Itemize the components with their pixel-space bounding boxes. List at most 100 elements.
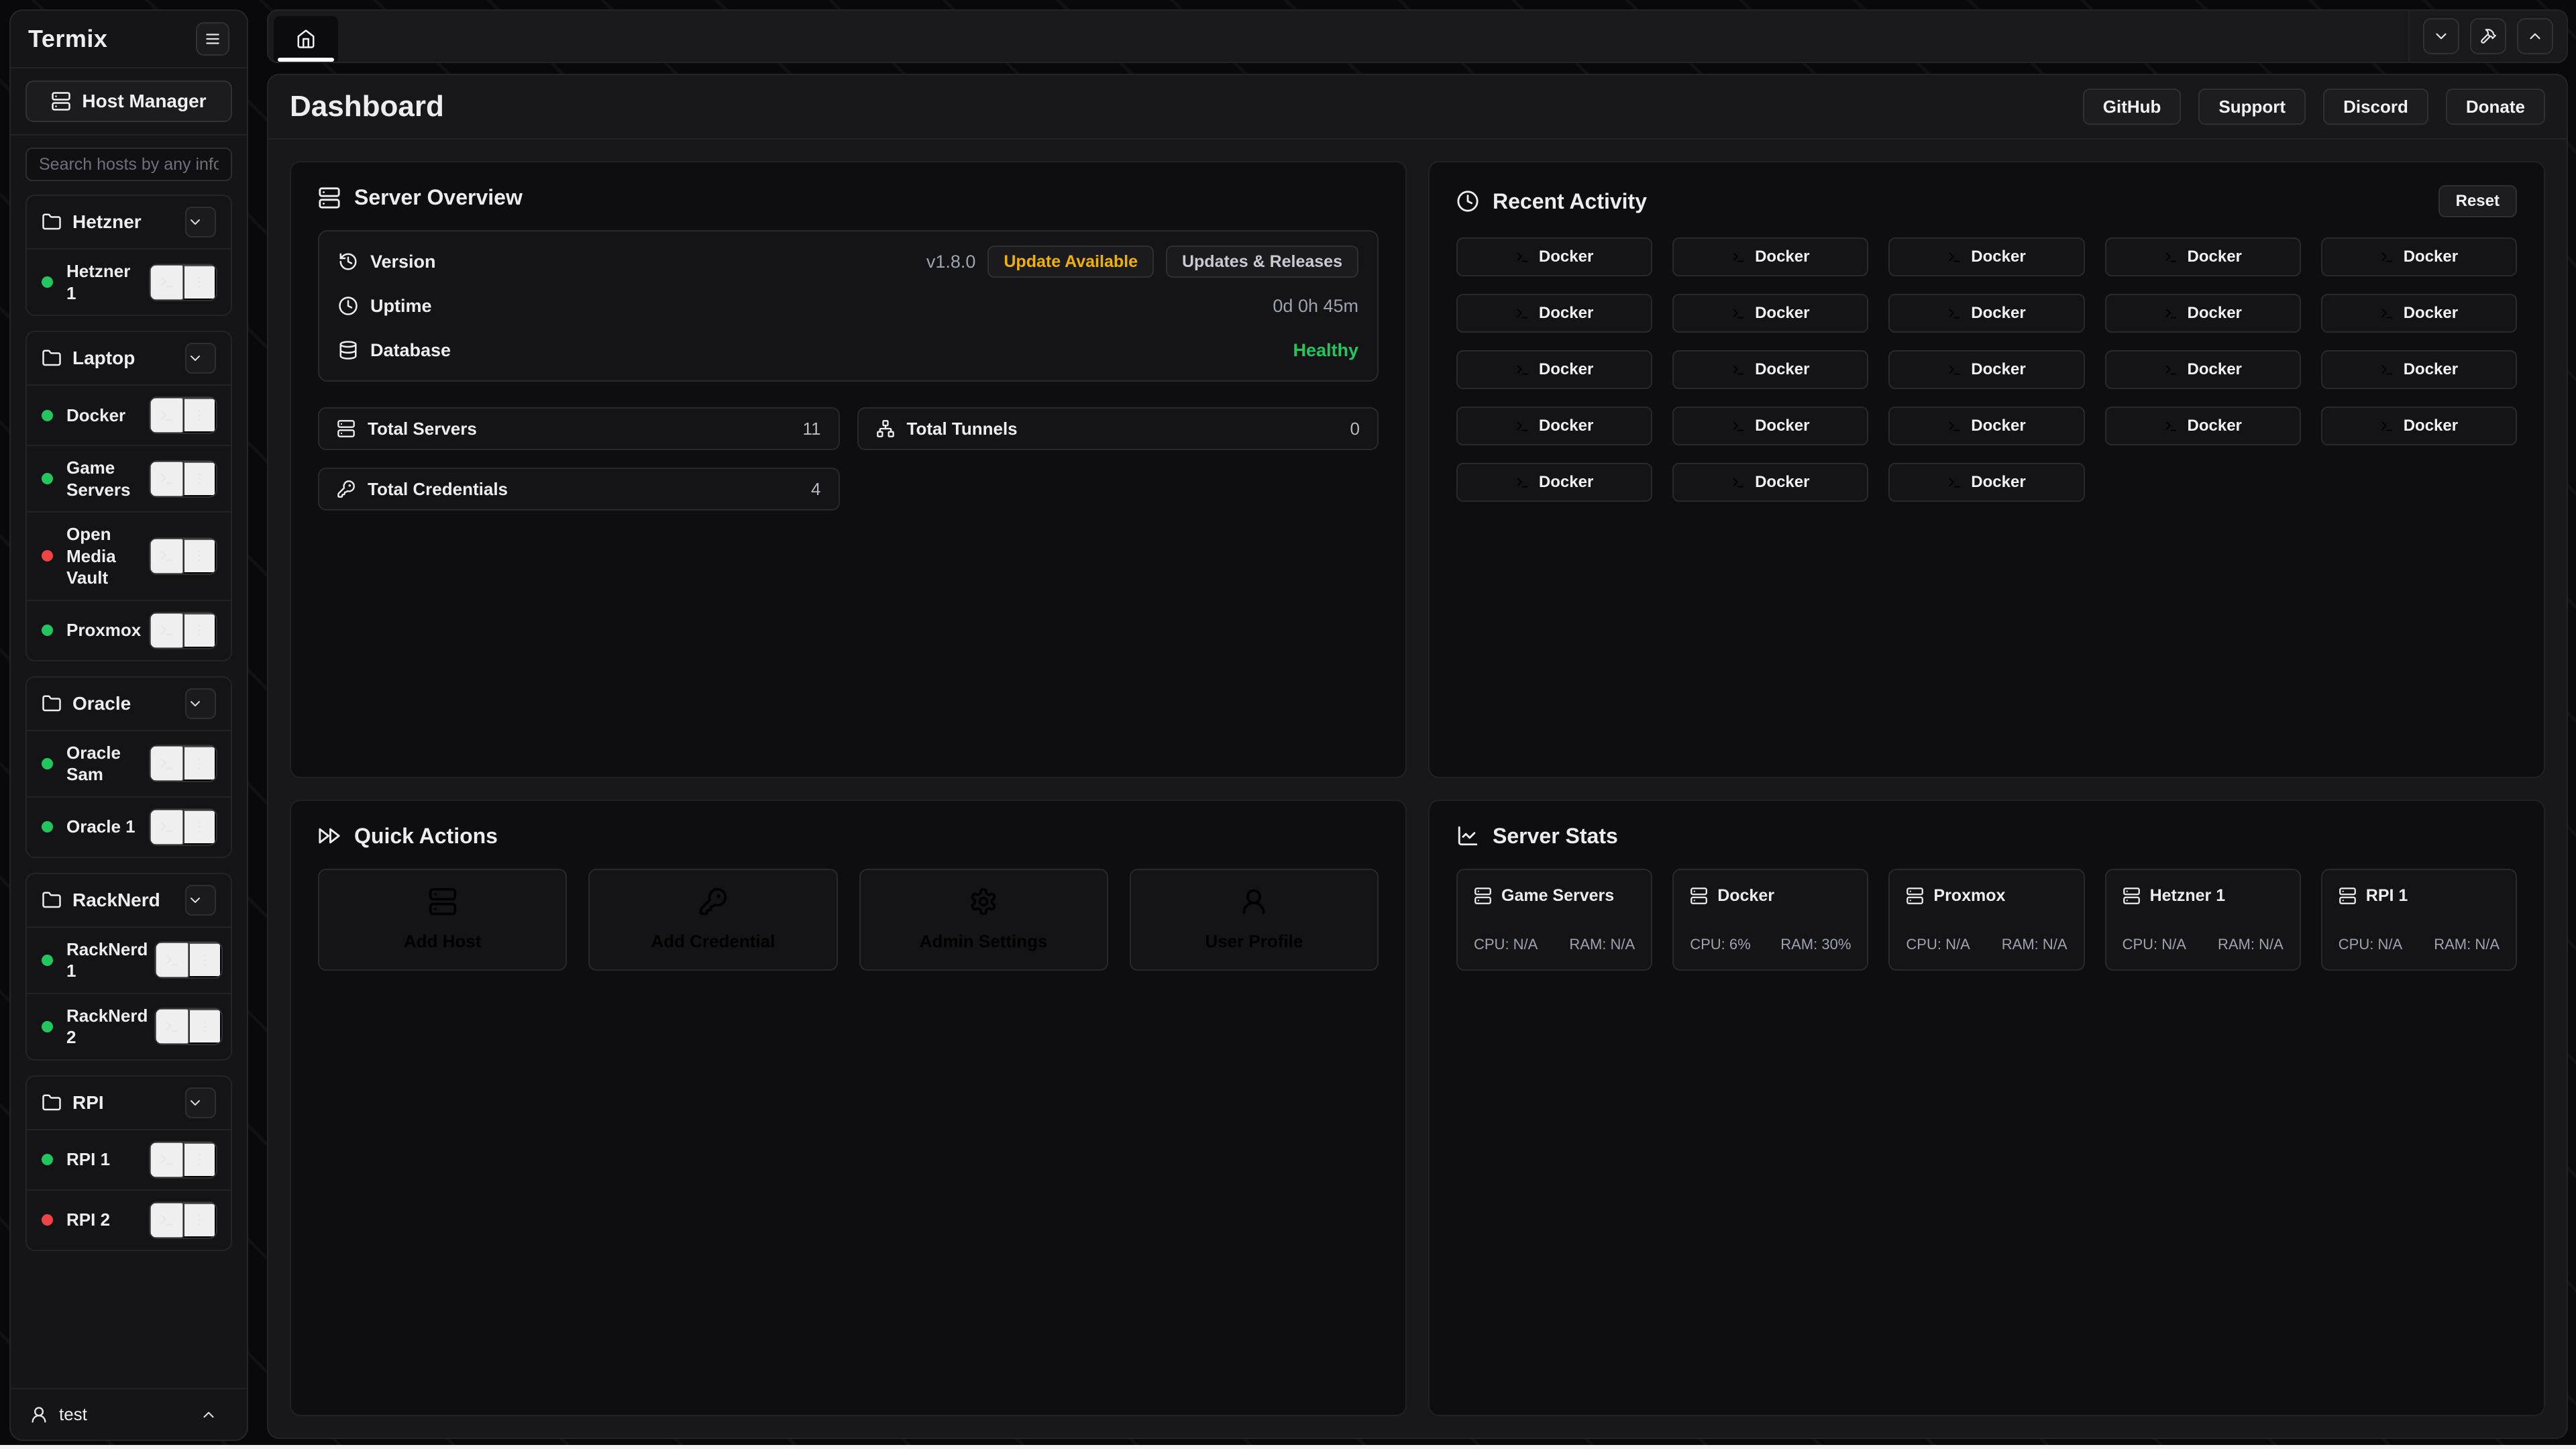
sidebar-menu-button[interactable] (196, 22, 229, 56)
group-collapse-button[interactable] (185, 1087, 216, 1118)
update-available-button[interactable]: Update Available (987, 246, 1154, 278)
recent-activity-item[interactable]: Docker (2105, 407, 2301, 445)
recent-activity-item[interactable]: Docker (1672, 407, 1868, 445)
host-terminal-button[interactable] (150, 810, 183, 845)
recent-activity-item[interactable]: Docker (1888, 294, 2084, 333)
recent-activity-item[interactable]: Docker (1888, 350, 2084, 389)
github-button[interactable]: GitHub (2083, 89, 2182, 125)
host-menu-button[interactable] (189, 1009, 221, 1044)
host-terminal-button[interactable] (150, 398, 183, 433)
recent-activity-item[interactable]: Docker (1672, 294, 1868, 333)
discord-button[interactable]: Discord (2323, 89, 2428, 125)
recent-activity-item[interactable]: Docker (2105, 350, 2301, 389)
user-footer[interactable]: test (11, 1388, 247, 1440)
reset-button[interactable]: Reset (2438, 185, 2517, 217)
group-name: Laptop (72, 347, 185, 369)
recent-activity-item[interactable]: Docker (1672, 463, 1868, 502)
host-menu-button[interactable] (183, 1203, 216, 1238)
quick-actions-title: Quick Actions (354, 824, 1379, 849)
recent-activity-item[interactable]: Docker (2321, 294, 2517, 333)
host-name: Open Media Vault (66, 523, 149, 589)
recent-activity-item[interactable]: Docker (1456, 237, 1652, 276)
donate-button[interactable]: Donate (2446, 89, 2545, 125)
updates-releases-button[interactable]: Updates & Releases (1166, 246, 1358, 278)
ellipsis-vertical-icon (192, 548, 207, 564)
ellipsis-vertical-icon (192, 623, 207, 638)
host-actions (149, 396, 217, 434)
group-collapse-button[interactable] (185, 885, 216, 916)
host-terminal-button[interactable] (156, 943, 189, 977)
quick-action-label: Add Credential (651, 931, 775, 952)
add-host-button[interactable]: Add Host (318, 869, 567, 971)
host-row: Oracle Sam (27, 730, 231, 796)
host-row: Proxmox (27, 600, 231, 660)
admin-settings-button[interactable]: Admin Settings (859, 869, 1108, 971)
chevron-down-button[interactable] (2423, 18, 2459, 54)
tab-home[interactable] (274, 16, 338, 62)
stat-ram: RAM: N/A (2218, 936, 2284, 953)
chevron-up-icon[interactable] (200, 1406, 217, 1424)
stat-card-name: RPI 1 (2366, 886, 2408, 906)
recent-activity-item[interactable]: Docker (1888, 237, 2084, 276)
host-terminal-button[interactable] (150, 613, 183, 648)
recent-activity-item[interactable]: Docker (2321, 407, 2517, 445)
server-icon (428, 887, 458, 916)
group-collapse-button[interactable] (185, 207, 216, 237)
recent-activity-item[interactable]: Docker (1672, 350, 1868, 389)
recent-activity-item[interactable]: Docker (2105, 237, 2301, 276)
host-terminal-button[interactable] (156, 1009, 189, 1044)
recent-activity-item[interactable]: Docker (1456, 350, 1652, 389)
stat-card-metrics: CPU: N/ARAM: N/A (1474, 936, 1635, 953)
host-menu-button[interactable] (189, 943, 221, 977)
group-collapse-button[interactable] (185, 688, 216, 719)
chevron-down-icon (2432, 28, 2450, 45)
recent-activity-item[interactable]: Docker (1888, 463, 2084, 502)
chevron-up-icon (2526, 28, 2544, 45)
host-menu-button[interactable] (183, 613, 216, 648)
ellipsis-vertical-icon (192, 471, 207, 486)
host-actions (149, 745, 217, 782)
recent-activity-label: Docker (1755, 473, 1809, 492)
host-actions (149, 1141, 217, 1179)
support-button[interactable]: Support (2198, 89, 2306, 125)
host-terminal-button[interactable] (150, 746, 183, 781)
stat-card-metrics: CPU: N/ARAM: N/A (2339, 936, 2500, 953)
host-manager-button[interactable]: Host Manager (25, 80, 232, 122)
host-menu-button[interactable] (183, 462, 216, 496)
host-menu-button[interactable] (183, 746, 216, 781)
user-profile-button[interactable]: User Profile (1130, 869, 1379, 971)
hammer-button[interactable] (2470, 18, 2506, 54)
host-terminal-button[interactable] (150, 265, 183, 300)
recent-activity-item[interactable]: Docker (2321, 237, 2517, 276)
host-menu-button[interactable] (183, 1142, 216, 1177)
stat-cpu: CPU: 6% (1690, 936, 1750, 953)
recent-activity-item[interactable]: Docker (2105, 294, 2301, 333)
recent-activity-item[interactable]: Docker (1456, 407, 1652, 445)
chevron-up-button[interactable] (2517, 18, 2553, 54)
host-name: RPI 1 (66, 1148, 149, 1171)
host-terminal-button[interactable] (150, 1203, 183, 1238)
add-credential-button[interactable]: Add Credential (588, 869, 837, 971)
terminal-icon (1731, 476, 1746, 490)
recent-activity-item[interactable]: Docker (2321, 350, 2517, 389)
host-menu-button[interactable] (183, 539, 216, 574)
recent-activity-item[interactable]: Docker (1672, 237, 1868, 276)
recent-activity-label: Docker (1539, 360, 1593, 379)
stat-cpu: CPU: N/A (1906, 936, 1970, 953)
group-collapse-button[interactable] (185, 343, 216, 374)
recent-activity-item[interactable]: Docker (1456, 294, 1652, 333)
host-terminal-button[interactable] (150, 462, 183, 496)
recent-activity-item[interactable]: Docker (1456, 463, 1652, 502)
recent-activity-item[interactable]: Docker (1888, 407, 2084, 445)
chevron-down-icon (187, 696, 203, 712)
host-menu-button[interactable] (183, 810, 216, 845)
host-terminal-button[interactable] (150, 539, 183, 574)
host-terminal-button[interactable] (150, 1142, 183, 1177)
window-bottom-edge (0, 1445, 2576, 1449)
search-input[interactable] (25, 148, 232, 181)
ellipsis-vertical-icon (192, 1152, 207, 1167)
host-menu-button[interactable] (183, 398, 216, 433)
ellipsis-vertical-icon (192, 274, 207, 290)
sidebar: Termix Host Manager HetznerHetzner 1Lapt… (9, 9, 248, 1441)
host-menu-button[interactable] (183, 265, 216, 300)
